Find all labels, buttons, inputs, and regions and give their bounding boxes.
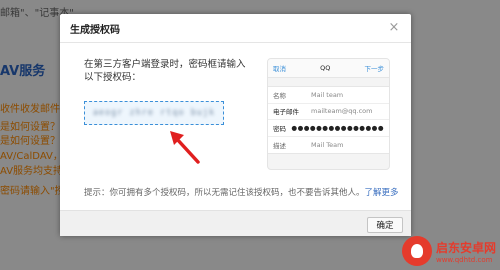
phone-row-label: 描述 <box>273 141 286 150</box>
phone-row-label: 名称 <box>273 91 286 100</box>
close-icon[interactable]: × <box>387 21 401 35</box>
phone-row-name: 名称 Mail team <box>268 87 389 104</box>
tip-text: 提示：你可拥有多个授权码，所以无需记住该授权码，也不要告诉其他人。了解更多 <box>84 186 399 198</box>
phone-row-label: 密码 <box>273 124 286 133</box>
instruction-text: 在第三方客户端登录时，密码框请输入以下授权码： <box>84 59 246 83</box>
watermark-url: www.qdhtd.com <box>435 255 493 264</box>
tip-body: 提示：你可拥有多个授权码，所以无需记住该授权码，也不要告诉其他人。 <box>84 188 365 198</box>
phone-form: 名称 Mail team 电子邮件 mailteam@qq.com 密码 ●●●… <box>268 86 389 154</box>
phone-row-description: 描述 Mail Team <box>268 137 389 154</box>
confirm-button[interactable]: 确定 <box>367 217 403 233</box>
phone-row-value: Mail team <box>311 90 344 99</box>
red-arrow-icon <box>170 131 200 164</box>
phone-cancel-label: 取消 <box>273 65 286 73</box>
phone-row-label: 电子邮件 <box>273 108 299 117</box>
auth-code-dialog: 生成授权码 × 在第三方客户端登录时，密码框请输入以下授权码： aeogr zh… <box>60 14 411 236</box>
phone-row-password: 密码 ●●●●●●●●●●●●●●● <box>268 120 389 137</box>
watermark: 启东安卓网 www.qdhtd.com <box>401 236 496 266</box>
phone-settings-illustration: 取消 QQ 下一步 名称 Mail team 电子邮件 mailteam@qq.… <box>267 58 390 170</box>
dialog-footer: 确定 <box>60 210 411 236</box>
phone-row-value: Mail Team <box>311 140 344 149</box>
phone-row-value: ●●●●●●●●●●●●●●● <box>291 123 384 132</box>
dialog-header: 生成授权码 × <box>60 14 411 43</box>
android-logo-icon <box>401 236 432 266</box>
phone-row-value: mailteam@qq.com <box>311 107 373 116</box>
phone-row-email: 电子邮件 mailteam@qq.com <box>268 104 389 120</box>
learn-more-link[interactable]: 了解更多 <box>365 188 399 198</box>
auth-code-box[interactable]: aeogr zhre rtqo bujk <box>84 101 224 125</box>
phone-title: QQ <box>320 64 331 72</box>
phone-nav-bar: 取消 QQ 下一步 <box>268 59 389 78</box>
dialog-title: 生成授权码 <box>70 24 120 36</box>
watermark-name: 启东安卓网 <box>435 240 496 255</box>
watermark-text: 启东安卓网 www.qdhtd.com <box>436 239 496 264</box>
auth-code-value: aeogr zhre rtqo bujk <box>92 108 216 118</box>
phone-next-label: 下一步 <box>364 65 384 73</box>
